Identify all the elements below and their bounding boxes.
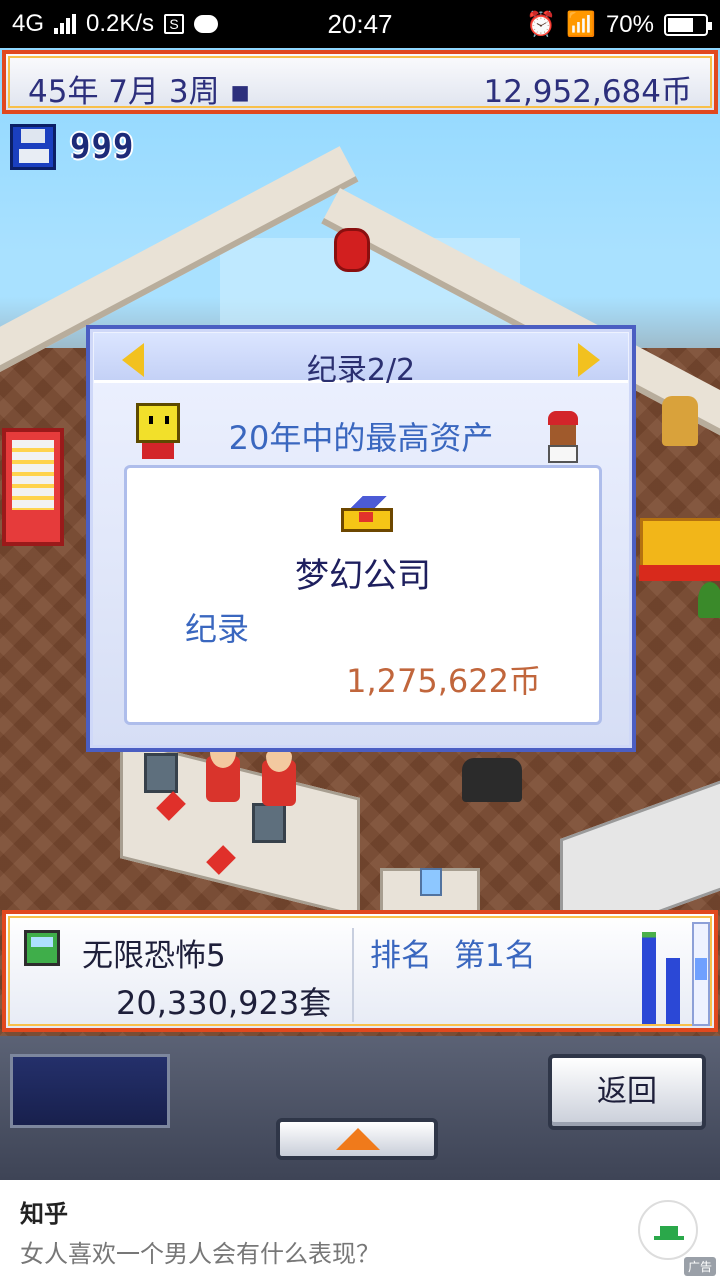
status-bar: 4G 0.2K/s S 20:47 ⏰ 📶 70% [0,0,720,48]
sales-bar [642,932,656,1024]
next-arrow-icon[interactable] [578,343,600,377]
sales-bar [666,958,680,1024]
trophy [662,396,698,446]
staff-character [206,736,240,802]
up-arrow-icon [336,1128,380,1150]
record-label: 纪录 [185,610,250,648]
game-cartridge-icon [24,930,60,966]
download-icon[interactable] [638,1200,698,1260]
game-info-bar[interactable]: 无限恐怖5 20,330,923套 排名 第1名 [2,910,718,1032]
money-amount: 12,952,684币 [483,74,693,110]
flower-vase [420,868,442,896]
lantern [334,228,370,272]
dialog-header: 纪录2/2 [94,333,628,388]
monitor [144,753,178,793]
rank-value: 第1名 [454,938,536,974]
control-panel: 返回 [0,1036,720,1180]
monitor [252,803,286,843]
save-count: 999 [70,127,135,167]
record-card: 梦幻公司 纪录 1,275,622币 [124,465,602,725]
record-dialog: 纪录2/2 20年中的最高资产 梦幻公司 纪录 1,275,622币 [86,325,636,752]
save-disk-row[interactable]: 999 [10,124,134,170]
battery-percent: 70% [605,10,654,38]
battery-icon [664,13,712,36]
floppy-disk-icon [10,124,56,170]
plant [698,582,720,618]
rank-label: 排名 [370,938,432,974]
staff-character [262,740,296,806]
character-icon [542,411,582,463]
expand-menu-button[interactable] [276,1118,438,1160]
menu-slot[interactable] [10,1054,170,1128]
sales-mini-chart [636,924,696,1024]
company-name: 梦幻公司 [295,556,431,596]
status-right: ⏰ 📶 70% [526,10,712,39]
game-date: 45年 7月 3周 ▪ [28,74,251,110]
ad-brand: 知乎 [20,1200,68,1228]
divider [352,928,354,1022]
ad-banner[interactable]: 知乎 女人喜欢一个男人会有什么表现？ 广告 [0,1180,720,1280]
record-value: 1,275,622币 [346,662,541,700]
game-title: 无限恐怖5 [82,938,226,974]
scroll-thumb[interactable] [695,958,707,980]
ad-text[interactable]: 女人喜欢一个男人会有什么表现？ [20,1234,380,1269]
ad-tag: 广告 [683,1257,716,1276]
top-info-bar: 45年 7月 3周 ▪ 12,952,684币 [2,50,718,114]
sofa [639,518,720,581]
alarm-icon: ⏰ [526,11,557,38]
game-sales: 20,330,923套 [116,984,332,1022]
vending-machine [2,428,64,546]
wifi-icon: 📶 [566,11,596,38]
crown-icon [339,494,395,534]
dialog-title: 纪录2/2 [306,353,416,388]
back-button[interactable]: 返回 [548,1054,706,1130]
scrollbar[interactable] [692,922,710,1026]
chair [462,758,522,802]
